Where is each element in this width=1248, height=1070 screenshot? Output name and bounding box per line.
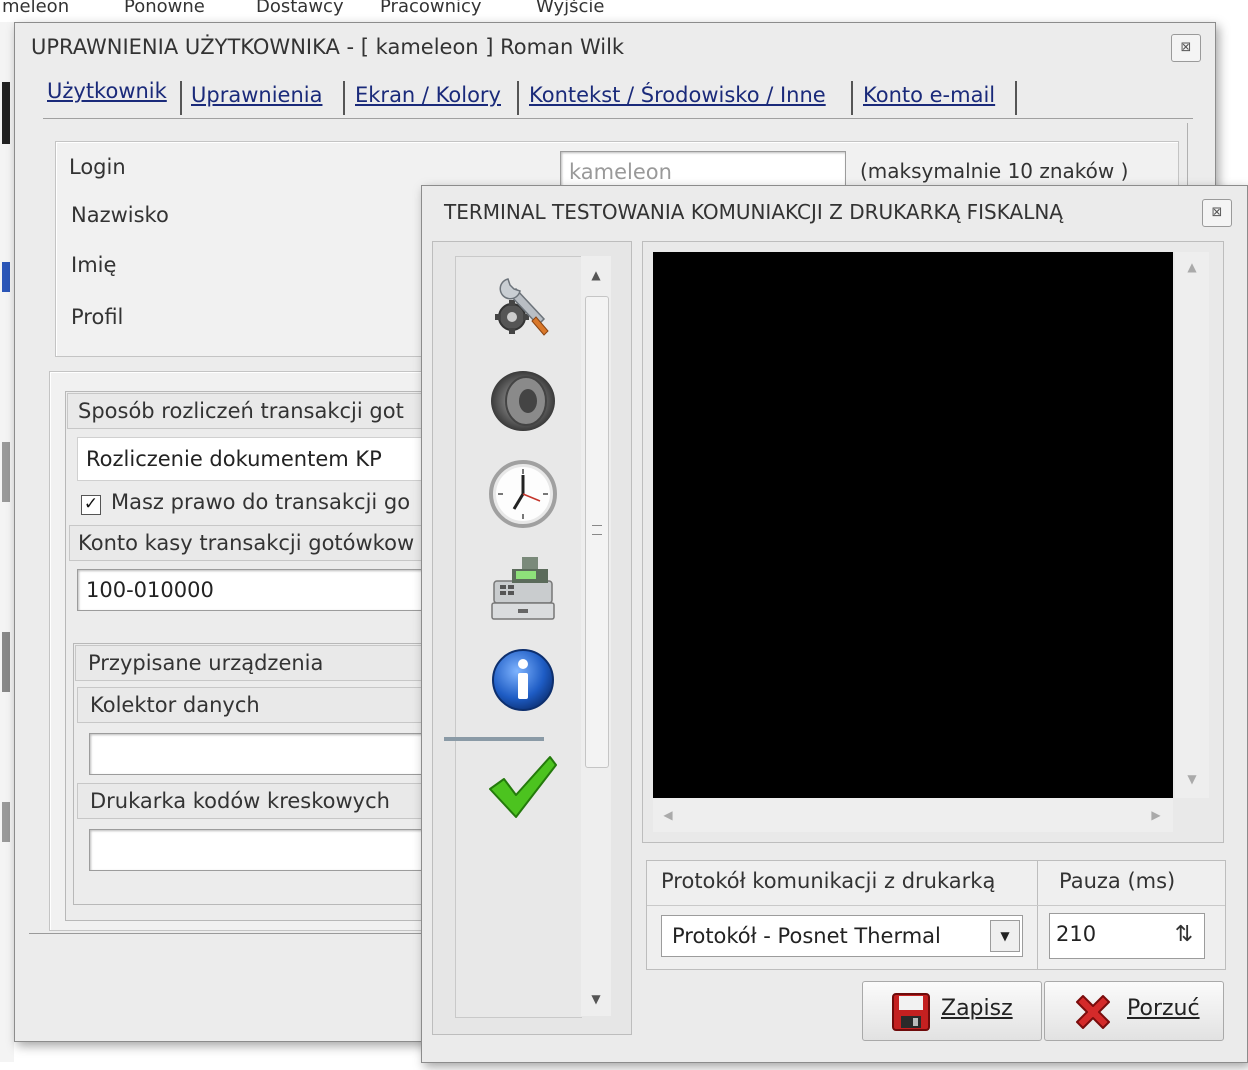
- cancel-button[interactable]: Porzuć: [1044, 981, 1224, 1041]
- profile-label: Profil: [71, 305, 124, 329]
- tab-context-environment[interactable]: Kontekst / Środowisko / Inne: [529, 83, 826, 121]
- devices-group-label: Przypisane urządzenia: [75, 645, 435, 681]
- chevron-down-icon[interactable]: ▼: [990, 920, 1020, 952]
- data-collector-input[interactable]: [89, 733, 439, 775]
- info-icon[interactable]: [486, 643, 560, 717]
- tab-email-account[interactable]: Konto e-mail: [863, 83, 995, 121]
- user-window-titlebar[interactable]: UPRAWNIENIA UŻYTKOWNIKA - [ kameleon ] R…: [15, 23, 1215, 69]
- scroll-up-icon[interactable]: ▲: [1183, 260, 1201, 274]
- background-menu-item: meleon: [2, 0, 70, 17]
- cash-account-label: Konto kasy transakcji gotówkow: [69, 525, 439, 561]
- login-hint: (maksymalnie 10 znaków ): [860, 159, 1129, 183]
- pause-value: 210: [1056, 922, 1097, 946]
- protocol-select[interactable]: Protokół - Posnet Thermal ▼: [661, 915, 1023, 957]
- close-icon: ⊠: [1180, 40, 1192, 55]
- fiscal-printer-terminal-window: TERMINAL TESTOWANIA KOMUNIAKCJI Z DRUKAR…: [421, 185, 1248, 1063]
- tab-separator: [1015, 81, 1017, 115]
- cancel-button-label: Porzuć: [1127, 996, 1200, 1021]
- red-x-icon: [1076, 995, 1110, 1029]
- pause-stepper[interactable]: 210 ⇅: [1049, 913, 1205, 959]
- clock-icon[interactable]: [486, 457, 560, 531]
- login-label: Login: [69, 155, 126, 179]
- tab-user[interactable]: Użytkownik: [47, 79, 167, 117]
- terminal-output[interactable]: [653, 252, 1173, 798]
- tab-separator: [180, 81, 182, 115]
- tab-separator: [517, 81, 519, 115]
- spin-arrows-icon[interactable]: ⇅: [1168, 918, 1200, 954]
- speaker-icon[interactable]: [486, 363, 560, 437]
- sidebar-divider: [444, 737, 544, 741]
- tab-underline: [43, 118, 1193, 119]
- tab-separator: [343, 81, 345, 115]
- floppy-disk-icon: [892, 993, 930, 1031]
- settlement-method-input[interactable]: Rozliczenie dokumentem KP: [77, 437, 447, 481]
- terminal-vertical-scrollbar[interactable]: ▲ ▼: [1175, 252, 1209, 798]
- settings-divider: [1037, 861, 1038, 969]
- cash-account-input[interactable]: 100-010000: [77, 569, 447, 611]
- barcode-printer-label: Drukarka kodów kreskowych: [77, 783, 437, 819]
- scroll-down-icon[interactable]: ▼: [587, 992, 605, 1006]
- communication-settings: Protokół komunikacji z drukarką Pauza (m…: [646, 860, 1226, 970]
- scroll-right-icon[interactable]: ▶: [1147, 808, 1165, 822]
- cash-permission-checkbox[interactable]: ✓: [81, 495, 101, 515]
- background-menu-bar: meleon Ponowne Dostawcy Pracownicy Wyjśc…: [0, 0, 1248, 22]
- data-collector-label: Kolektor danych: [77, 687, 437, 723]
- settlement-method-label: Sposób rozliczeń transakcji got: [67, 393, 437, 429]
- wrench-gear-icon[interactable]: [486, 269, 560, 343]
- surname-label: Nazwisko: [71, 203, 169, 227]
- scroll-up-icon[interactable]: ▲: [587, 268, 605, 282]
- background-menu-item: Wyjście: [536, 0, 605, 17]
- tab-permissions[interactable]: Uprawnienia: [191, 83, 322, 121]
- background-window-edge: [0, 22, 14, 1062]
- tab-separator: [851, 81, 853, 115]
- cash-permission-label: Masz prawo do transakcji go: [111, 490, 411, 514]
- terminal-close-button[interactable]: ⊠: [1202, 199, 1232, 227]
- terminal-output-frame: ▲ ▼ ◀ ▶: [642, 241, 1224, 843]
- close-icon: ⊠: [1211, 205, 1223, 220]
- firstname-label: Imię: [71, 253, 117, 277]
- background-menu-item: Pracownicy: [380, 0, 482, 17]
- settings-header-divider: [647, 905, 1225, 906]
- background-menu-item: Dostawcy: [256, 0, 344, 17]
- terminal-title: TERMINAL TESTOWANIA KOMUNIAKCJI Z DRUKAR…: [444, 200, 1063, 224]
- terminal-titlebar[interactable]: TERMINAL TESTOWANIA KOMUNIAKCJI Z DRUKAR…: [422, 186, 1247, 232]
- protocol-label: Protokół komunikacji z drukarką: [661, 869, 996, 893]
- checkmark-icon[interactable]: [486, 751, 560, 825]
- scroll-left-icon[interactable]: ◀: [659, 808, 677, 822]
- sidebar-scrollbar[interactable]: ▲ ▼: [581, 256, 611, 1016]
- cash-register-icon[interactable]: [486, 551, 560, 625]
- tool-sidebar: ▲ ▼: [432, 241, 632, 1035]
- tool-list: [444, 256, 582, 1018]
- background-menu-item: Ponowne: [124, 0, 205, 17]
- save-button[interactable]: Zapisz: [862, 981, 1042, 1041]
- scroll-down-icon[interactable]: ▼: [1183, 772, 1201, 786]
- save-button-label: Zapisz: [941, 996, 1013, 1021]
- sidebar-scroll-thumb[interactable]: [585, 296, 609, 768]
- barcode-printer-input[interactable]: [89, 829, 439, 871]
- user-window-title: UPRAWNIENIA UŻYTKOWNIKA - [ kameleon ] R…: [31, 35, 625, 59]
- user-window-close-button[interactable]: ⊠: [1171, 34, 1201, 62]
- pause-label: Pauza (ms): [1059, 869, 1176, 893]
- protocol-select-value: Protokół - Posnet Thermal: [672, 924, 941, 948]
- tab-screen-colors[interactable]: Ekran / Kolory: [355, 83, 501, 121]
- grip-icon: [592, 525, 602, 535]
- terminal-horizontal-scrollbar[interactable]: ◀ ▶: [653, 798, 1173, 832]
